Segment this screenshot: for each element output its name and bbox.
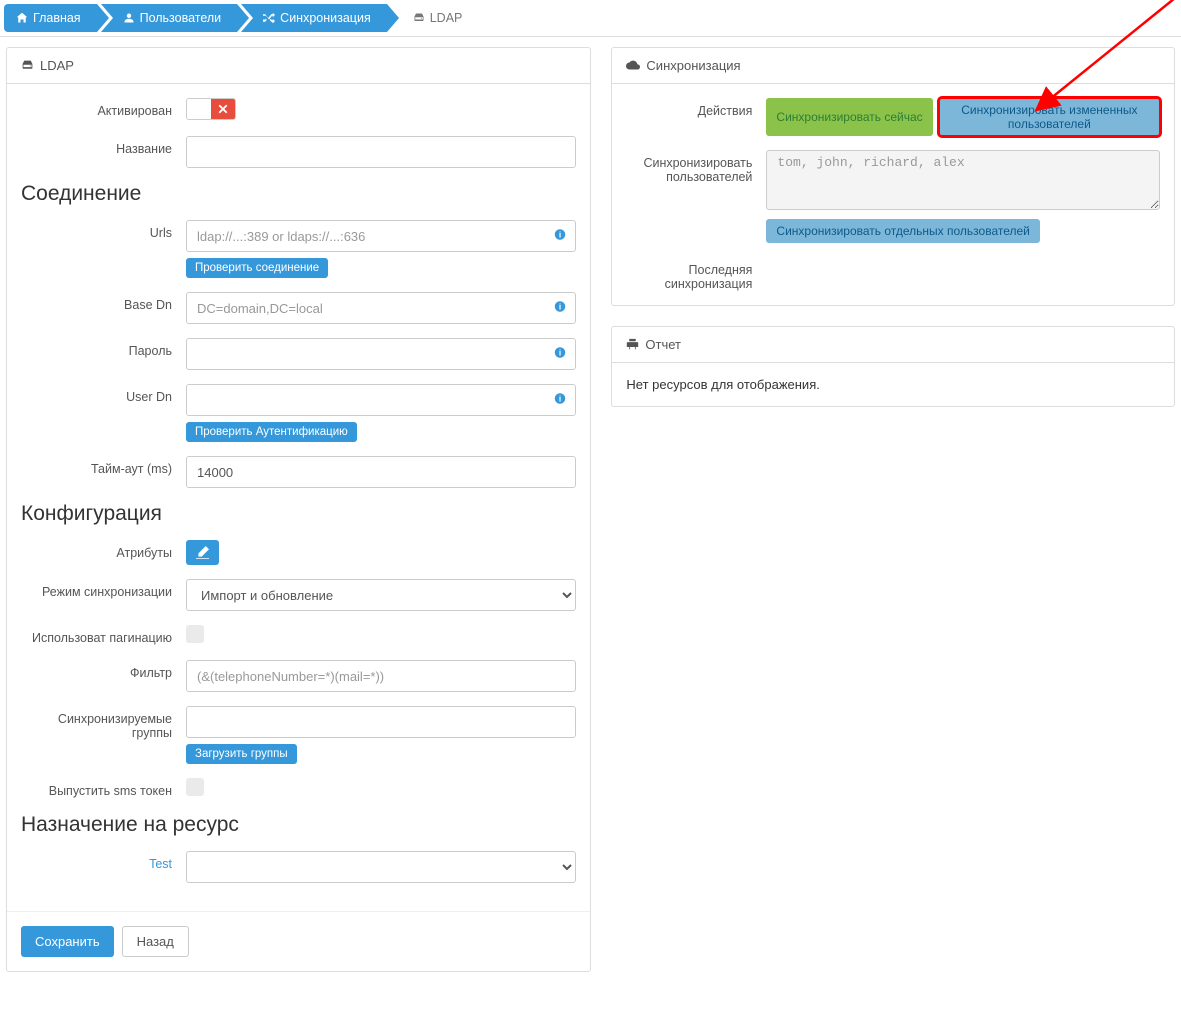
info-icon[interactable]: i: [554, 393, 566, 408]
sync-changed-button[interactable]: Синхронизировать измененных пользователе…: [939, 98, 1160, 136]
cloud-icon: [626, 59, 640, 73]
crumb-home-label: Главная: [33, 11, 81, 25]
breadcrumb: Главная Пользователи Синхронизация LDAP: [0, 0, 1181, 37]
random-icon: [263, 12, 275, 24]
actions-label: Действия: [626, 98, 766, 118]
activated-label: Активирован: [21, 98, 186, 118]
print-icon: [626, 338, 639, 351]
edit-icon: [196, 546, 209, 559]
report-empty-text: Нет ресурсов для отображения.: [626, 377, 819, 392]
svg-text:i: i: [559, 303, 561, 312]
sms-token-label: Выпустить sms токен: [21, 778, 186, 798]
filter-input[interactable]: [186, 660, 576, 692]
attrs-label: Атрибуты: [21, 540, 186, 560]
hdd-icon: [413, 12, 425, 24]
svg-text:i: i: [559, 231, 561, 240]
sync-title-text: Синхронизация: [646, 58, 740, 73]
sync-panel: Синхронизация Действия Синхронизировать …: [611, 47, 1175, 306]
sync-mode-select[interactable]: Импорт и обновление: [186, 579, 576, 611]
groups-label: Синхронизируемые группы: [21, 706, 186, 740]
name-input[interactable]: [186, 136, 576, 168]
urls-label: Urls: [21, 220, 186, 240]
report-panel-title: Отчет: [612, 327, 1174, 363]
edit-attributes-button[interactable]: [186, 540, 219, 565]
name-label: Название: [21, 136, 186, 156]
urls-input[interactable]: [186, 220, 576, 252]
crumb-current: LDAP: [391, 4, 477, 32]
crumb-home[interactable]: Главная: [4, 4, 97, 32]
resource-test-select[interactable]: [186, 851, 576, 883]
sync-panel-title: Синхронизация: [612, 48, 1174, 84]
sync-users-textarea[interactable]: [766, 150, 1160, 210]
sync-selected-button[interactable]: Синхронизировать отдельных пользователей: [766, 219, 1039, 243]
last-sync-label: Последняя синхронизация: [626, 257, 766, 291]
toggle-off: [187, 99, 211, 119]
groups-input[interactable]: [186, 706, 576, 738]
info-icon[interactable]: i: [554, 229, 566, 244]
crumb-current-label: LDAP: [430, 11, 463, 25]
basedn-label: Base Dn: [21, 292, 186, 312]
crumb-users[interactable]: Пользователи: [101, 4, 238, 32]
close-icon: [218, 104, 228, 114]
info-icon[interactable]: i: [554, 347, 566, 362]
sync-now-button[interactable]: Синхронизировать сейчас: [766, 98, 932, 136]
svg-text:i: i: [559, 349, 561, 358]
userdn-input[interactable]: [186, 384, 576, 416]
password-label: Пароль: [21, 338, 186, 358]
check-connection-button[interactable]: Проверить соединение: [186, 258, 328, 278]
password-input[interactable]: [186, 338, 576, 370]
report-title-text: Отчет: [645, 337, 681, 352]
activated-toggle[interactable]: [186, 98, 236, 120]
pagination-checkbox[interactable]: [186, 625, 204, 643]
home-icon: [16, 12, 28, 24]
ldap-panel: LDAP Активирован Название: [6, 47, 591, 972]
back-button[interactable]: Назад: [122, 926, 189, 957]
crumb-sync[interactable]: Синхронизация: [241, 4, 387, 32]
info-icon[interactable]: i: [554, 301, 566, 316]
timeout-input[interactable]: [186, 456, 576, 488]
hdd-icon: [21, 59, 34, 72]
test-link[interactable]: Test: [21, 851, 186, 871]
user-icon: [123, 12, 135, 24]
ldap-title-text: LDAP: [40, 58, 74, 73]
sync-users-label: Синхронизировать пользователей: [626, 150, 766, 184]
basedn-input[interactable]: [186, 292, 576, 324]
pagination-label: Использоват пагинацию: [21, 625, 186, 645]
load-groups-button[interactable]: Загрузить группы: [186, 744, 297, 764]
config-title: Конфигурация: [21, 502, 576, 526]
check-auth-button[interactable]: Проверить Аутентификацию: [186, 422, 357, 442]
filter-label: Фильтр: [21, 660, 186, 680]
report-panel: Отчет Нет ресурсов для отображения.: [611, 326, 1175, 407]
userdn-label: User Dn: [21, 384, 186, 404]
save-button[interactable]: Сохранить: [21, 926, 114, 957]
toggle-on: [211, 99, 235, 119]
ldap-panel-title: LDAP: [7, 48, 590, 84]
mode-label: Режим синхронизации: [21, 579, 186, 599]
crumb-users-label: Пользователи: [140, 11, 222, 25]
sms-token-checkbox[interactable]: [186, 778, 204, 796]
footer-buttons: Сохранить Назад: [7, 911, 590, 971]
connection-title: Соединение: [21, 182, 576, 206]
assign-title: Назначение на ресурс: [21, 813, 576, 837]
timeout-label: Тайм-аут (ms): [21, 456, 186, 476]
svg-text:i: i: [559, 395, 561, 404]
crumb-sync-label: Синхронизация: [280, 11, 371, 25]
